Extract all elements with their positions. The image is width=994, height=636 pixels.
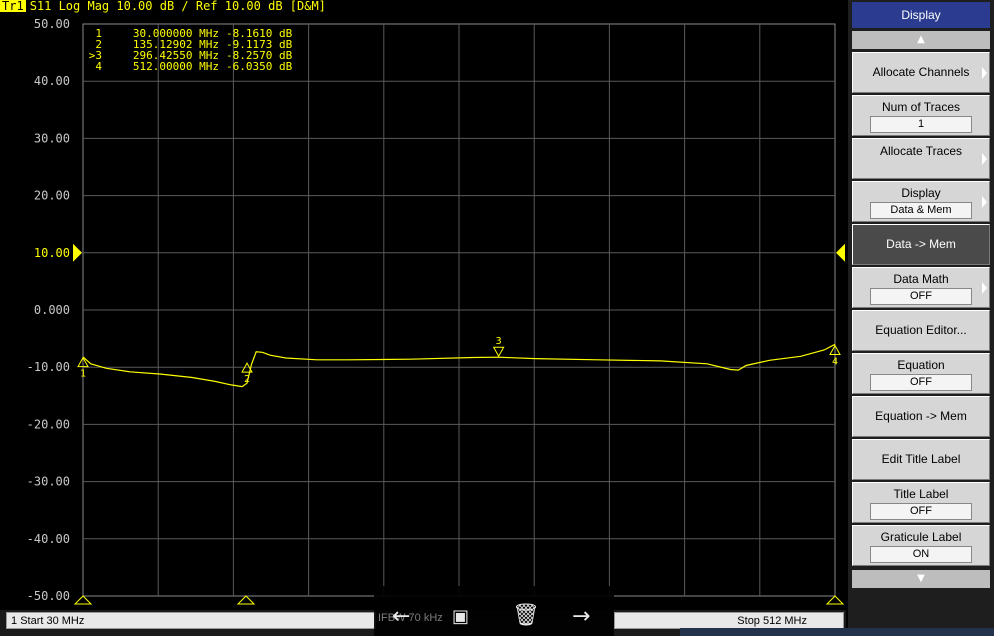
softkey-value: 1 (870, 116, 972, 133)
softkey-value: ON (870, 546, 972, 563)
softkey-menu-title: Display (852, 2, 990, 28)
y-tick-label: 50.00 (34, 17, 70, 31)
softkey-edit-title-label[interactable]: Edit Title Label (852, 439, 990, 480)
softkey-label: Allocate Traces (879, 144, 963, 158)
chart-svg: 50.00 40.00 30.00 20.00 10.00 0.000 -10.00 -20.… (27, 17, 845, 605)
start-frequency-field[interactable]: 1 Start 30 MHz (6, 612, 376, 629)
softkey-label: Title Label (893, 487, 949, 501)
softkey-value: OFF (870, 288, 972, 305)
y-tick-label: -50.00 (27, 589, 70, 603)
softkey-label: Equation -> Mem (875, 409, 967, 423)
softkey-label: Edit Title Label (881, 452, 961, 466)
bottom-axis-marker (73, 595, 93, 605)
y-tick-label: -40.00 (27, 532, 70, 546)
softkey-allocate-traces[interactable]: Allocate Traces (852, 138, 990, 179)
y-tick-label: 30.00 (34, 131, 70, 145)
bottom-axis-marker (236, 595, 256, 605)
submenu-arrow-icon (982, 66, 987, 79)
softkey-label: Data Math (893, 272, 949, 286)
scroll-up-icon[interactable]: ▲ (852, 31, 990, 49)
softkey-graticule-label[interactable]: Graticule Label ON (852, 525, 990, 566)
back-arrow-icon[interactable]: ← (392, 606, 410, 628)
channel-number: 1 (11, 615, 18, 627)
ref-level-left-marker (73, 243, 82, 262)
marker-readout-id: 4 (95, 60, 102, 73)
softkey-value: OFF (870, 503, 972, 520)
softkey-panel: Display ▲ Allocate Channels Num of Traces… (848, 0, 994, 636)
forward-arrow-icon[interactable]: → (572, 606, 590, 628)
softkey-title-label[interactable]: Title Label OFF (852, 482, 990, 523)
y-tick-label: -10.00 (27, 360, 70, 374)
softkey-value: OFF (870, 374, 972, 391)
softkey-label: Num of Traces (881, 100, 961, 114)
bottom-axis-marker (825, 595, 845, 605)
y-tick-label: 0.000 (34, 303, 70, 317)
softkey-label: Display (901, 186, 941, 200)
screenshot-icon[interactable]: ▣ (452, 606, 469, 628)
submenu-arrow-icon (982, 195, 987, 208)
trash-icon[interactable]: 🗑 (512, 605, 540, 627)
softkey-equation-mem[interactable]: Equation -> Mem (852, 396, 990, 437)
stop-frequency: Stop 512 MHz (737, 615, 807, 627)
softkey-value: Data & Mem (870, 202, 972, 219)
taskbar (680, 628, 994, 636)
chart-area[interactable]: Tr1 S11 Log Mag 10.00 dB / Ref 10.00 dB [… (0, 0, 846, 610)
y-tick-label: 20.00 (34, 189, 70, 203)
submenu-arrow-icon (982, 281, 987, 294)
softkey-label: Data -> Mem (886, 237, 956, 251)
floating-toolbar: IFBW 70 kHz ← ▣ 🗑 → (374, 586, 614, 636)
ref-level-right-marker (836, 243, 845, 262)
marker-label: 4 (832, 357, 838, 368)
scroll-down-icon[interactable]: ▼ (852, 570, 990, 588)
marker-label: 2 (244, 374, 250, 385)
marker-readout-frequency: 512.00000 MHz (133, 60, 219, 73)
softkey-label: Equation (897, 358, 945, 372)
softkey-label: Equation Editor... (875, 323, 967, 337)
softkey-label: Graticule Label (880, 530, 962, 544)
marker-triangle (492, 346, 505, 358)
softkey-data-mem[interactable]: Data -> Mem (852, 224, 990, 265)
y-tick-label: 10.00 (34, 246, 70, 260)
start-frequency: Start 30 MHz (20, 615, 85, 627)
stop-frequency-field[interactable]: Stop 512 MHz (614, 612, 844, 629)
softkey-display[interactable]: Display Data & Mem (852, 181, 990, 222)
softkey-num-of-traces[interactable]: Num of Traces 1 (852, 95, 990, 136)
softkey-label: Allocate Channels (872, 65, 970, 79)
softkey-equation[interactable]: Equation OFF (852, 353, 990, 394)
marker-readout-value: -6.0350 dB (226, 60, 293, 73)
softkey-allocate-channels[interactable]: Allocate Channels (852, 52, 990, 93)
y-tick-label: -30.00 (27, 475, 70, 489)
y-tick-label: -20.00 (27, 417, 70, 431)
marker-label: 3 (496, 336, 502, 347)
softkey-equation-editor[interactable]: Equation Editor... (852, 310, 990, 351)
softkey-data-math[interactable]: Data Math OFF (852, 267, 990, 308)
marker-label: 1 (80, 369, 86, 380)
y-tick-label: 40.00 (34, 74, 70, 88)
submenu-arrow-icon (982, 152, 987, 165)
